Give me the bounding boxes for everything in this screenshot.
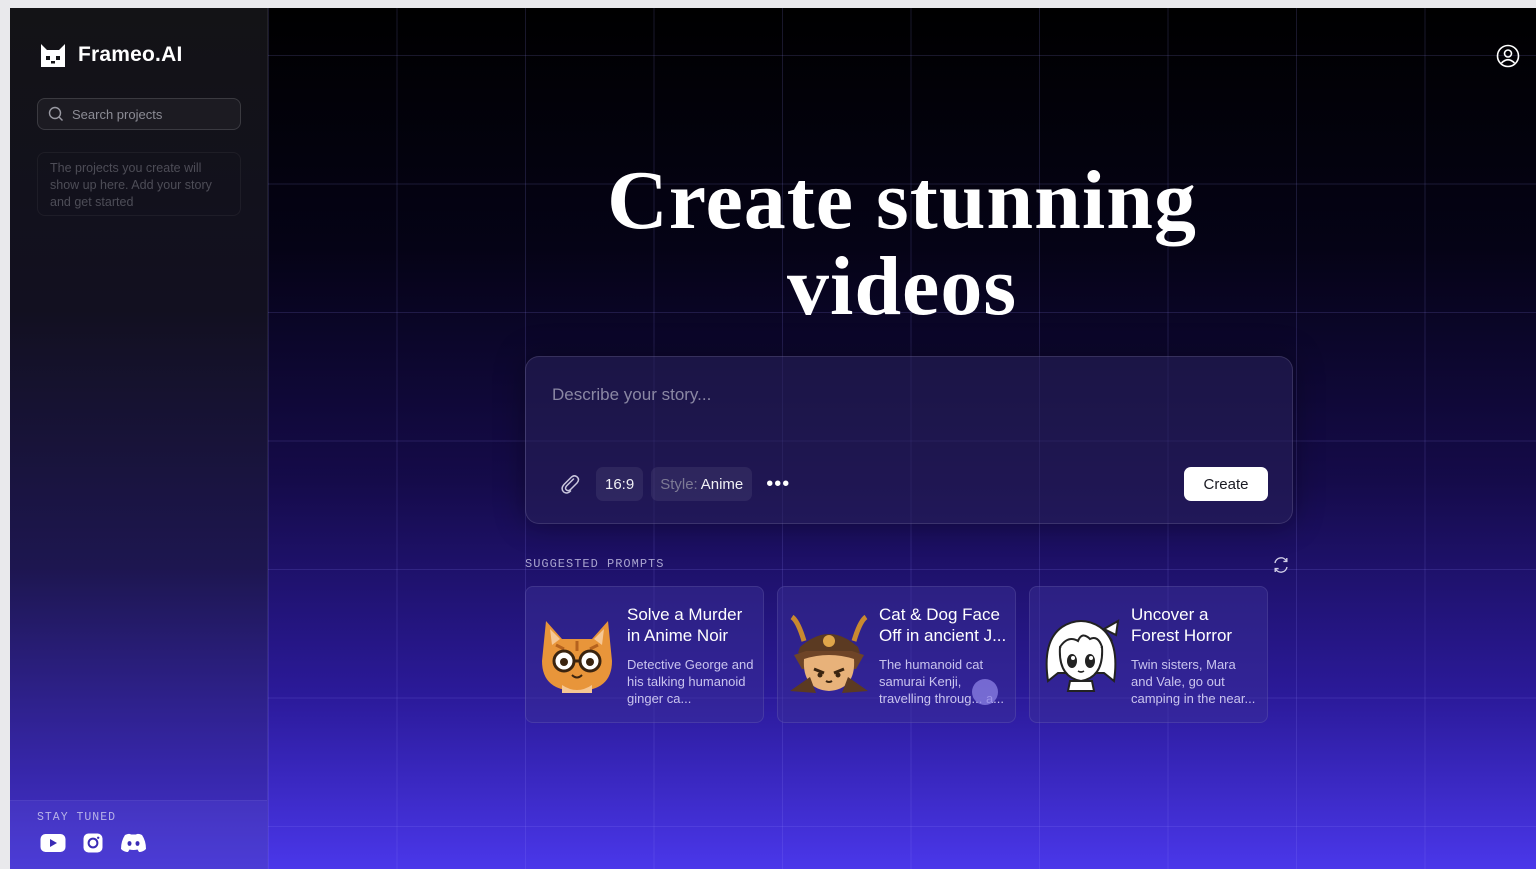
samurai-cat-image (790, 614, 868, 693)
paperclip-icon (561, 475, 580, 494)
anime-girl-image (1045, 619, 1120, 692)
mouse-cursor-indicator (972, 679, 998, 705)
prompt-card-title: Uncover a Forest Horror (1131, 605, 1233, 645)
instagram-icon[interactable] (83, 833, 103, 858)
app-name: Frameo.AI (78, 43, 183, 66)
suggested-prompts-label: SUGGESTED PROMPTS (525, 557, 665, 571)
search-input[interactable] (70, 105, 234, 123)
search-icon (48, 106, 63, 121)
youtube-icon[interactable] (40, 833, 66, 858)
stay-tuned-label: STAY TUNED (37, 811, 117, 824)
hero-line-1: Create stunning (607, 154, 1197, 247)
prompt-card-description: Twin sisters, Mara and Vale, go out camp… (1131, 657, 1256, 706)
attach-button[interactable] (556, 470, 584, 498)
story-prompt-box: 16:9 Style: Anime ••• Create (525, 356, 1293, 524)
refresh-suggestions-button[interactable] (1272, 556, 1290, 579)
style-button[interactable]: Style: Anime (651, 467, 753, 501)
app-window: Frameo.AI The projects you create will s… (10, 8, 1536, 869)
discord-icon[interactable] (120, 833, 147, 858)
ginger-cat-glasses-image (542, 621, 612, 693)
stay-tuned-section: STAY TUNED (10, 800, 267, 869)
style-label: Style: (660, 475, 698, 493)
prompt-card-title: Cat & Dog Face Off in ancient J... (879, 605, 1007, 645)
search-box[interactable] (37, 98, 241, 130)
style-value: Anime (700, 475, 744, 493)
social-links (40, 833, 147, 858)
empty-projects-message: The projects you create will show up her… (37, 152, 241, 216)
hero-heading: Create stunning videos (268, 158, 1536, 330)
user-circle-icon (1496, 44, 1520, 68)
prompt-toolbar: 16:9 Style: Anime ••• (556, 467, 796, 501)
prompt-card-description: Detective George and his talking humanoi… (627, 657, 754, 706)
user-profile-button[interactable] (1496, 44, 1520, 73)
refresh-icon (1274, 557, 1288, 573)
aspect-ratio-button[interactable]: 16:9 (596, 467, 644, 501)
hero-line-2: videos (786, 240, 1018, 333)
prompt-card[interactable]: Solve a Murder in Anime Noir Detective G… (525, 586, 764, 723)
prompt-card-title: Solve a Murder in Anime Noir (627, 605, 743, 645)
logo-cat-icon (41, 44, 65, 67)
create-button[interactable]: Create (1184, 467, 1268, 501)
more-options-button[interactable]: ••• (760, 467, 796, 501)
logo[interactable]: Frameo.AI (40, 42, 183, 68)
suggested-prompt-cards: Solve a Murder in Anime Noir Detective G… (525, 586, 1268, 723)
story-input[interactable] (550, 383, 1254, 447)
sidebar: Frameo.AI The projects you create will s… (10, 8, 268, 869)
prompt-card[interactable]: Uncover a Forest Horror Twin sisters, Ma… (1029, 586, 1268, 723)
